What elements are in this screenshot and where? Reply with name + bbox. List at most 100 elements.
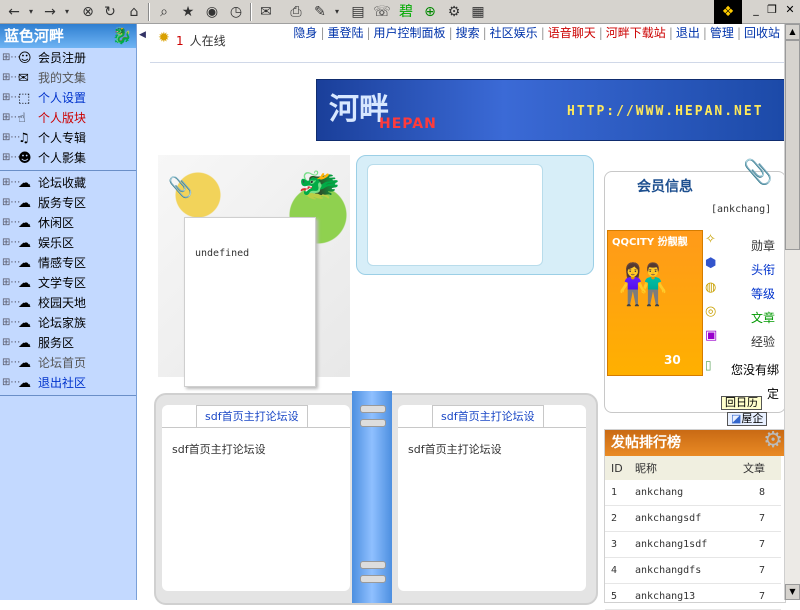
cloud-icon: ☁ bbox=[18, 256, 31, 271]
top-link[interactable]: 用户控制面板 bbox=[371, 26, 449, 40]
print-icon[interactable]: ⎙ bbox=[286, 2, 306, 22]
sidebar-item[interactable]: ⊞⋯ ☝ 个人版块 bbox=[0, 108, 136, 128]
mail-icon[interactable]: ✉ bbox=[256, 2, 276, 22]
tools-icon[interactable]: ⚙ bbox=[444, 2, 464, 22]
rank-posts: 7 bbox=[730, 505, 781, 532]
sidebar-forum-item[interactable]: ⊞⋯ ☁ 娱乐区 bbox=[0, 233, 136, 253]
sidebar-item[interactable]: ⊞⋯ ♫ 个人专辑 bbox=[0, 128, 136, 148]
media-icon[interactable]: ◉ bbox=[202, 2, 222, 22]
back-icon[interactable]: ← bbox=[4, 2, 24, 22]
close-icon[interactable]: ✕ bbox=[782, 2, 798, 18]
banner-subtitle: HEPAN bbox=[379, 116, 437, 132]
scroll-down-icon[interactable]: ▼ bbox=[785, 584, 800, 600]
top-link[interactable]: 社区娱乐 bbox=[487, 26, 541, 40]
ranking-header-row: ID 昵称 文章 bbox=[605, 456, 781, 480]
collapse-sidebar-icon[interactable]: ◀ bbox=[139, 30, 146, 40]
restore-icon[interactable]: ❐ bbox=[764, 2, 780, 18]
stat-level: 等级 bbox=[750, 287, 775, 301]
sidebar-forum-item[interactable]: ⊞⋯ ☁ 论坛收藏 bbox=[0, 173, 136, 193]
binder-ring bbox=[360, 405, 386, 413]
messenger-icon[interactable]: ☏ bbox=[372, 2, 392, 22]
sidebar-forum-label: 服务区 bbox=[38, 336, 75, 350]
sidebar-forum-item[interactable]: ⊞⋯ ☁ 退出社区 bbox=[0, 373, 136, 393]
tab-right-featured[interactable]: sdf首页主打论坛设 bbox=[432, 405, 544, 428]
sidebar-forum-item[interactable]: ⊞⋯ ☁ 校园天地 bbox=[0, 293, 136, 313]
sidebar-item[interactable]: ⊞⋯ ☺ 会员注册 bbox=[0, 48, 136, 68]
sidebar-forum-item[interactable]: ⊞⋯ ☁ 论坛首页 bbox=[0, 353, 136, 373]
history-icon[interactable]: ◷ bbox=[226, 2, 246, 22]
sidebar-item[interactable]: ⊞⋯ ⬚ 个人设置 bbox=[0, 88, 136, 108]
banner-url: HTTP://WWW.HEPAN.NET bbox=[567, 104, 764, 119]
table-row[interactable]: 3 ankchang1sdf 7 bbox=[605, 531, 781, 558]
sidebar-forum-item[interactable]: ⊞⋯ ☁ 版务专区 bbox=[0, 193, 136, 213]
sidebar-forum-label: 论坛家族 bbox=[38, 316, 87, 330]
scroll-thumb[interactable] bbox=[785, 40, 800, 250]
sidebar-item[interactable]: ⊞⋯ ☻ 个人影集 bbox=[0, 148, 136, 168]
member-username[interactable]: [ankchang] bbox=[711, 204, 771, 215]
rank-nickname[interactable]: ankchangsdf bbox=[634, 505, 731, 532]
experience-icon: ▣ bbox=[705, 328, 718, 343]
rank-id: 4 bbox=[605, 557, 634, 584]
edit-icon[interactable]: ✎ bbox=[310, 2, 330, 22]
sidebar-forum-item[interactable]: ⊞⋯ ☁ 服务区 bbox=[0, 333, 136, 353]
jade-icon[interactable]: 碧 bbox=[396, 2, 416, 22]
scroll-up-icon[interactable]: ▲ bbox=[785, 24, 800, 40]
top-link[interactable]: 河畔下载站 bbox=[603, 26, 669, 40]
edit-dropdown-icon[interactable]: ▾ bbox=[332, 2, 342, 22]
vertical-scrollbar[interactable]: ▲ ▼ bbox=[784, 24, 800, 600]
personal-board-icon: ☝ bbox=[18, 111, 26, 126]
notes-icon[interactable]: ▦ bbox=[468, 2, 488, 22]
notebook-left-page: sdf首页主打论坛设 sdf首页主打论坛设 bbox=[162, 405, 350, 591]
search-icon[interactable]: ⌕ bbox=[154, 2, 174, 22]
sidebar-forum-item[interactable]: ⊞⋯ ☁ 论坛家族 bbox=[0, 313, 136, 333]
top-link[interactable]: 回收站 bbox=[741, 26, 783, 40]
top-link[interactable]: 管理 bbox=[707, 26, 737, 40]
sidebar-forum-label: 退出社区 bbox=[38, 376, 87, 390]
sidebar-divider bbox=[0, 395, 136, 396]
rank-nickname[interactable]: ankchangdfs bbox=[634, 557, 731, 584]
sidebar-forum-item[interactable]: ⊞⋯ ☁ 情感专区 bbox=[0, 253, 136, 273]
stat-medal: 勋章 bbox=[750, 239, 775, 253]
tab-left-featured[interactable]: sdf首页主打论坛设 bbox=[196, 405, 308, 428]
table-row[interactable]: 4 ankchangdfs 7 bbox=[605, 557, 781, 584]
top-link[interactable]: 退出 bbox=[673, 26, 703, 40]
rank-nickname[interactable]: ankchang13 bbox=[634, 583, 731, 610]
rank-nickname[interactable]: ankchang bbox=[634, 480, 731, 506]
sidebar-item-label: 个人版块 bbox=[38, 111, 87, 125]
forward-dropdown-icon[interactable]: ▾ bbox=[62, 2, 72, 22]
discuss-icon[interactable]: ▤ bbox=[348, 2, 368, 22]
top-link[interactable]: 重登陆 bbox=[324, 26, 366, 40]
announcement-box bbox=[356, 155, 594, 275]
rank-nickname[interactable]: ankchang1sdf bbox=[634, 531, 731, 558]
table-row[interactable]: 2 ankchangsdf 7 bbox=[605, 505, 781, 532]
home-icon[interactable]: ⌂ bbox=[124, 2, 144, 22]
cloud-icon: ☁ bbox=[18, 176, 31, 191]
avatar[interactable]: QQCITY 扮靓靓 👫 30 bbox=[607, 230, 703, 376]
house-button[interactable]: ◪屋企 bbox=[727, 412, 768, 426]
sidebar-item[interactable]: ⊞⋯ ✉ 我的文集 bbox=[0, 68, 136, 88]
refresh-icon[interactable]: ↻ bbox=[100, 2, 120, 22]
sidebar-forum-item[interactable]: ⊞⋯ ☁ 休闲区 bbox=[0, 213, 136, 233]
forward-icon[interactable]: → bbox=[40, 2, 60, 22]
online-count: 1 bbox=[176, 34, 184, 48]
column-header-posts: 文章 bbox=[730, 456, 781, 480]
sidebar-forum-item[interactable]: ⊞⋯ ☁ 文学专区 bbox=[0, 273, 136, 293]
sidebar-brand[interactable]: 蓝色河畔 🐉 bbox=[0, 24, 136, 48]
forum-menu: ⊞⋯ ☁ 论坛收藏 ⊞⋯ ☁ 版务专区 ⊞⋯ ☁ 休闲区 ⊞⋯ ☁ 娱乐区 ⊞⋯ ☁ 情感专区 ⊞⋯ ☁ 文学专区… bbox=[0, 173, 136, 393]
stop-icon[interactable]: ⊗ bbox=[78, 2, 98, 22]
settings-cube-icon: ⬚ bbox=[18, 91, 31, 106]
top-link[interactable]: 搜索 bbox=[453, 26, 483, 40]
cloud-icon: ☁ bbox=[18, 296, 31, 311]
sidebar-forum-label: 娱乐区 bbox=[38, 236, 75, 250]
top-link[interactable]: 隐身 bbox=[290, 26, 320, 40]
hepan-banner[interactable]: 河畔 HEPAN HTTP://WWW.HEPAN.NET bbox=[316, 79, 785, 141]
favorites-icon[interactable]: ★ bbox=[178, 2, 198, 22]
globe-icon[interactable]: ⊕ bbox=[420, 2, 440, 22]
back-dropdown-icon[interactable]: ▾ bbox=[26, 2, 36, 22]
calendar-button[interactable]: 回日历 bbox=[721, 396, 762, 410]
minimize-icon[interactable]: _ bbox=[748, 2, 764, 18]
top-link[interactable]: 语音聊天 bbox=[545, 26, 599, 40]
tab-underline bbox=[398, 427, 586, 428]
table-row[interactable]: 5 ankchang13 7 bbox=[605, 583, 781, 610]
table-row[interactable]: 1 ankchang 8 bbox=[605, 480, 781, 506]
